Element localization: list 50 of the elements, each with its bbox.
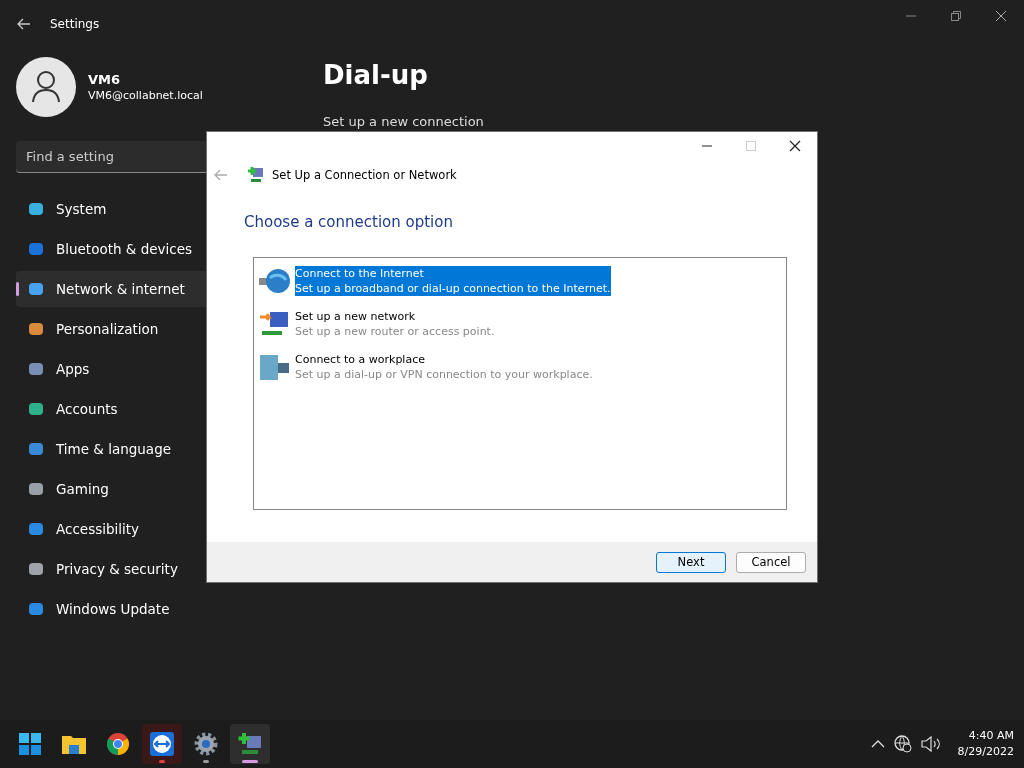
back-arrow-icon[interactable]	[17, 18, 31, 30]
nav-icon	[28, 281, 44, 297]
close-icon[interactable]	[789, 140, 801, 152]
folder-icon	[61, 733, 87, 755]
nav-icon	[28, 441, 44, 457]
nav-icon	[28, 561, 44, 577]
dialog-button[interactable]: Cancel	[736, 551, 806, 573]
connection-option[interactable]: Set up a new network Set up a new router or access point.	[258, 309, 782, 339]
nav-item[interactable]: Privacy & security	[16, 551, 328, 587]
section-heading: Set up a new connection	[323, 114, 484, 129]
globe-icon	[258, 266, 292, 296]
windows-logo-icon	[18, 732, 42, 756]
taskbar-button[interactable]	[142, 724, 182, 764]
nav-item[interactable]: Bluetooth & devices	[16, 231, 328, 267]
nav-icon	[28, 601, 44, 617]
dialog-heading: Choose a connection option	[244, 213, 454, 231]
gear-icon	[194, 732, 218, 756]
clock-date[interactable]: 8/29/2022	[957, 744, 1014, 760]
nav-icon	[28, 361, 44, 377]
nav-icon	[28, 321, 44, 337]
avatar-icon	[16, 57, 76, 117]
nav-icon	[28, 241, 44, 257]
nav-item[interactable]: Windows Update	[16, 591, 328, 627]
nav-icon	[28, 401, 44, 417]
close-icon[interactable]	[995, 10, 1007, 22]
chevron-up-icon[interactable]	[870, 739, 885, 749]
page-title: Dial-up	[323, 60, 429, 90]
nav-icon	[28, 521, 44, 537]
nav-icon	[28, 481, 44, 497]
network-computer-icon	[238, 732, 262, 756]
taskbar-button[interactable]	[230, 724, 270, 764]
maximize-icon	[745, 140, 757, 152]
user-email: VM6@collabnet.local	[88, 89, 203, 102]
app-title: Settings	[50, 17, 100, 31]
nav-item[interactable]: Time & language	[16, 431, 328, 467]
nav-item[interactable]: Accessibility	[16, 511, 328, 547]
network-computer-icon	[248, 166, 264, 184]
restore-icon[interactable]	[950, 10, 962, 22]
connection-option[interactable]: Connect to a workplace Set up a dial-up or VPN connection to your workplace.	[258, 352, 782, 382]
nav-item[interactable]: Accounts	[16, 391, 328, 427]
building-icon	[258, 352, 292, 382]
browser-icon	[106, 732, 130, 756]
globe-icon[interactable]	[893, 735, 912, 753]
clock-time[interactable]: 4:40 AM	[968, 728, 1014, 744]
nav-icon	[28, 201, 44, 217]
nav-item[interactable]: Gaming	[16, 471, 328, 507]
speaker-icon[interactable]	[920, 736, 941, 752]
user-name: VM6	[88, 72, 122, 87]
dialog-button[interactable]: Next	[656, 551, 726, 573]
remote-arrows-icon	[150, 732, 174, 756]
